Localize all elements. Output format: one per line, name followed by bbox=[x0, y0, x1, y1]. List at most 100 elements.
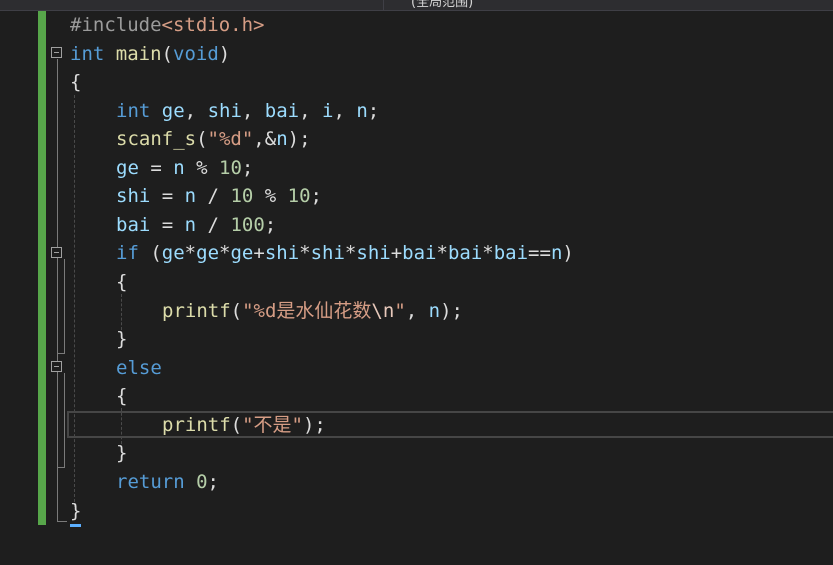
var-n: n bbox=[550, 242, 563, 264]
keyword-int: int bbox=[70, 43, 105, 65]
operator-assign: = bbox=[150, 185, 185, 207]
code-line-11[interactable]: printf("%d是水仙花数\n", n); bbox=[162, 297, 463, 325]
top-navigation-bar: (全局范围) bbox=[0, 0, 833, 11]
scope-dropdown-label: (全局范围) bbox=[411, 0, 474, 10]
function-scanf-s: scanf_s bbox=[116, 128, 197, 150]
var-n: n bbox=[276, 128, 288, 150]
paren-open: ( bbox=[138, 242, 162, 264]
code-line-15[interactable]: printf("不是"); bbox=[162, 411, 326, 439]
code-line-1[interactable]: #include<stdio.h> bbox=[70, 11, 264, 39]
comma: , bbox=[333, 100, 357, 122]
brace-close-if: } bbox=[116, 328, 128, 350]
semicolon: ; bbox=[207, 471, 219, 493]
keyword-else: else bbox=[116, 357, 162, 379]
code-line-10[interactable]: { bbox=[116, 268, 127, 296]
function-printf: printf bbox=[162, 414, 231, 436]
var-bai: bai bbox=[493, 242, 529, 264]
semicolon: ; bbox=[367, 100, 380, 122]
var-ge: ge bbox=[161, 242, 185, 264]
semicolon: ; bbox=[264, 214, 277, 236]
comma: , bbox=[184, 100, 208, 122]
statement-end: ); bbox=[302, 414, 326, 436]
operator-mul: * bbox=[344, 242, 357, 264]
operator-mul: * bbox=[184, 242, 197, 264]
paren-close: ) bbox=[218, 43, 231, 65]
operator-assign: = bbox=[150, 214, 185, 236]
number-literal: 10 bbox=[287, 185, 311, 207]
code-line-7[interactable]: shi = n / 10 % 10; bbox=[116, 182, 322, 210]
keyword-if: if bbox=[116, 242, 139, 264]
comma: , bbox=[405, 300, 429, 322]
operator-add: + bbox=[390, 242, 403, 264]
code-line-17[interactable]: return 0; bbox=[116, 468, 219, 496]
code-line-4[interactable]: int ge, shi, bai, i, n; bbox=[116, 97, 379, 125]
include-header: <stdio.h> bbox=[161, 14, 265, 36]
var-shi: shi bbox=[310, 242, 345, 264]
escape-sequence: \n bbox=[371, 300, 395, 322]
code-line-5[interactable]: scanf_s("%d",&n); bbox=[116, 125, 311, 153]
paren-open: ( bbox=[196, 128, 208, 150]
brace-close-main: } bbox=[70, 500, 82, 522]
var-n: n bbox=[184, 185, 197, 207]
keyword-void: void bbox=[173, 43, 219, 65]
paren-close: ) bbox=[562, 242, 574, 264]
paren-open: ( bbox=[161, 43, 173, 65]
semicolon: ; bbox=[241, 157, 254, 179]
code-line-12[interactable]: } bbox=[116, 325, 127, 353]
var-shi: shi bbox=[356, 242, 391, 264]
var-bai: bai bbox=[402, 242, 437, 264]
var-ge: ge bbox=[161, 100, 185, 122]
operator-div: / bbox=[196, 185, 231, 207]
keyword-int: int bbox=[116, 100, 151, 122]
scope-dropdown[interactable]: (全局范围) bbox=[383, 0, 833, 10]
var-shi: shi bbox=[264, 242, 300, 264]
code-line-14[interactable]: { bbox=[116, 382, 127, 410]
var-ge: ge bbox=[230, 242, 254, 264]
var-n: n bbox=[173, 157, 185, 179]
keyword-return: return bbox=[116, 471, 185, 493]
var-bai: bai bbox=[116, 214, 151, 236]
code-line-18[interactable]: } bbox=[70, 497, 81, 525]
code-line-8[interactable]: bai = n / 100; bbox=[116, 211, 276, 239]
number-literal: 10 bbox=[219, 157, 242, 179]
number-literal: 100 bbox=[230, 214, 265, 236]
semicolon: ; bbox=[310, 185, 322, 207]
string-literal: "%d是水仙花数 bbox=[242, 300, 372, 322]
statement-end: ); bbox=[287, 128, 311, 150]
operator-equals: == bbox=[528, 242, 551, 264]
var-ge: ge bbox=[196, 242, 220, 264]
text-cursor bbox=[70, 524, 81, 527]
code-line-13[interactable]: else bbox=[116, 354, 162, 382]
var-shi: shi bbox=[207, 100, 242, 122]
code-line-2[interactable]: int main(void) bbox=[70, 40, 230, 68]
format-string: "%d" bbox=[207, 128, 254, 150]
brace-open-if: { bbox=[116, 271, 128, 293]
operator-mul: * bbox=[436, 242, 448, 264]
code-line-3[interactable]: { bbox=[70, 68, 81, 96]
comma: , bbox=[241, 100, 265, 122]
code-editor[interactable]: #include<stdio.h> int main(void) { int g… bbox=[0, 11, 833, 565]
var-n: n bbox=[184, 214, 197, 236]
number-literal: 10 bbox=[230, 185, 254, 207]
function-printf: printf bbox=[162, 300, 231, 322]
code-line-9[interactable]: if (ge*ge*ge+shi*shi*shi+bai*bai*bai==n) bbox=[116, 239, 574, 267]
code-line-16[interactable]: } bbox=[116, 439, 127, 467]
var-i: i bbox=[322, 100, 334, 122]
var-n: n bbox=[356, 100, 368, 122]
var-bai: bai bbox=[447, 242, 483, 264]
brace-open-main: { bbox=[70, 71, 82, 93]
address-of: ,& bbox=[253, 128, 277, 150]
var-bai: bai bbox=[264, 100, 300, 122]
var-shi: shi bbox=[116, 185, 151, 207]
brace-open-else: { bbox=[116, 385, 128, 407]
operator-mul: * bbox=[299, 242, 311, 264]
var-n: n bbox=[428, 300, 441, 322]
code-line-6[interactable]: ge = n % 10; bbox=[116, 154, 253, 182]
paren-open: ( bbox=[230, 300, 243, 322]
comma: , bbox=[299, 100, 322, 122]
operator-mod: % bbox=[184, 157, 219, 179]
var-ge: ge bbox=[116, 157, 139, 179]
operator-div: / bbox=[196, 214, 231, 236]
operator-assign: = bbox=[138, 157, 174, 179]
